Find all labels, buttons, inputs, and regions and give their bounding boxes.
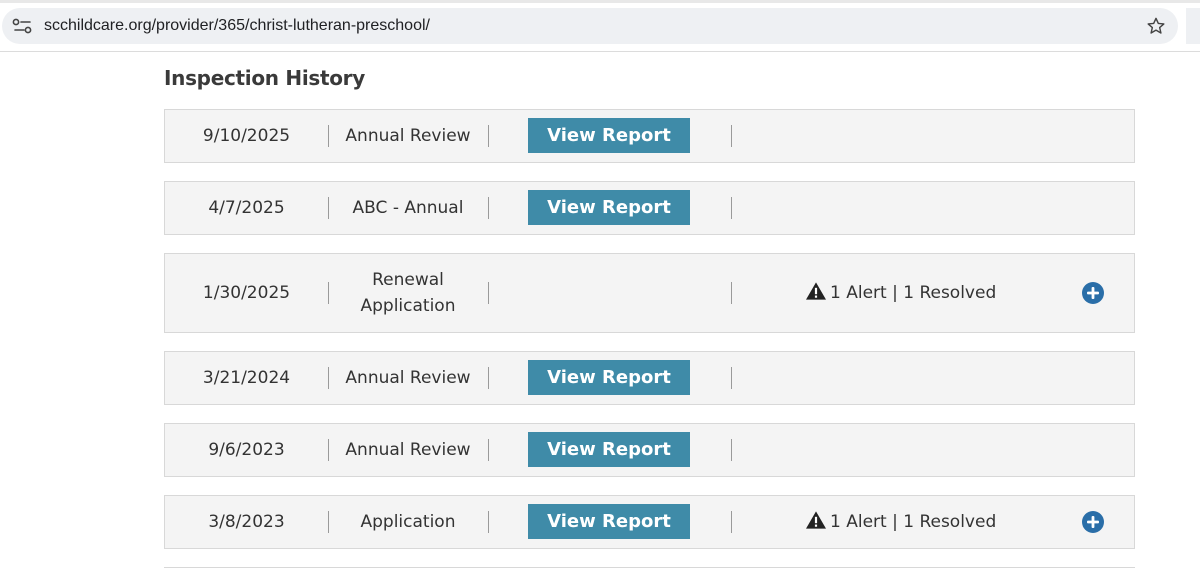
inspection-date: 9/10/2025 (202, 126, 291, 146)
star-icon[interactable] (1146, 16, 1166, 36)
view-report-button[interactable]: View Report (528, 118, 690, 153)
warning-icon (805, 510, 830, 535)
inspection-row: 4/7/2025 ABC - Annual View Report (164, 181, 1135, 235)
separator (488, 197, 489, 219)
tune-icon[interactable] (12, 17, 34, 35)
browser-chrome: scchildcare.org/provider/365/christ-luth… (0, 0, 1200, 52)
url-text[interactable]: scchildcare.org/provider/365/christ-luth… (44, 16, 430, 36)
separator (731, 282, 732, 304)
page-title: Inspection History (164, 66, 365, 90)
separator (731, 439, 732, 461)
inspection-date: 4/7/2025 (208, 198, 285, 218)
separator (488, 282, 489, 304)
address-bar[interactable]: scchildcare.org/provider/365/christ-luth… (2, 8, 1178, 44)
inspection-row: 9/10/2025 Annual Review View Report (164, 109, 1135, 163)
inspection-date: 9/6/2023 (208, 440, 285, 460)
expand-plus-icon[interactable] (1082, 282, 1104, 304)
view-report-button[interactable]: View Report (528, 360, 690, 395)
inspection-type: ABC - Annual (352, 198, 464, 218)
separator (731, 367, 732, 389)
inspection-type: Annual Review (345, 368, 471, 388)
alert-text: 1 Alert | 1 Resolved (830, 283, 997, 303)
view-report-button[interactable]: View Report (528, 432, 690, 467)
inspection-type: Annual Review (345, 440, 471, 460)
separator (731, 125, 732, 147)
separator (488, 125, 489, 147)
alert-status: 1 Alert | 1 Resolved (805, 510, 997, 535)
inspection-row: 1/30/2025 Renewal Application 1 Alert | 1 … (164, 253, 1135, 333)
alert-status: 1 Alert | 1 Resolved (805, 281, 997, 306)
separator (731, 197, 732, 219)
inspection-date: 1/30/2025 (202, 283, 291, 303)
separator (731, 511, 732, 533)
inspection-type: Application (360, 512, 456, 532)
alert-text: 1 Alert | 1 Resolved (830, 512, 997, 532)
inspection-row: 3/8/2023 Application View Report 1 Alert | … (164, 495, 1135, 549)
inspection-type: Renewal Application (360, 270, 456, 316)
inspection-type: Annual Review (345, 126, 471, 146)
inspection-row: 3/21/2024 Annual Review View Report (164, 351, 1135, 405)
expand-plus-icon[interactable] (1082, 511, 1104, 533)
inspection-row: 9/6/2023 Annual Review View Report (164, 423, 1135, 477)
separator (488, 511, 489, 533)
separator (488, 367, 489, 389)
warning-icon (805, 281, 830, 306)
separator (488, 439, 489, 461)
inspection-date: 3/21/2024 (202, 368, 291, 388)
view-report-button[interactable]: View Report (528, 190, 690, 225)
view-report-button[interactable]: View Report (528, 504, 690, 539)
divider (164, 567, 1135, 568)
tab-strip-edge (0, 0, 1200, 3)
inspection-date: 3/8/2023 (208, 512, 285, 532)
chrome-edge (1186, 8, 1200, 44)
